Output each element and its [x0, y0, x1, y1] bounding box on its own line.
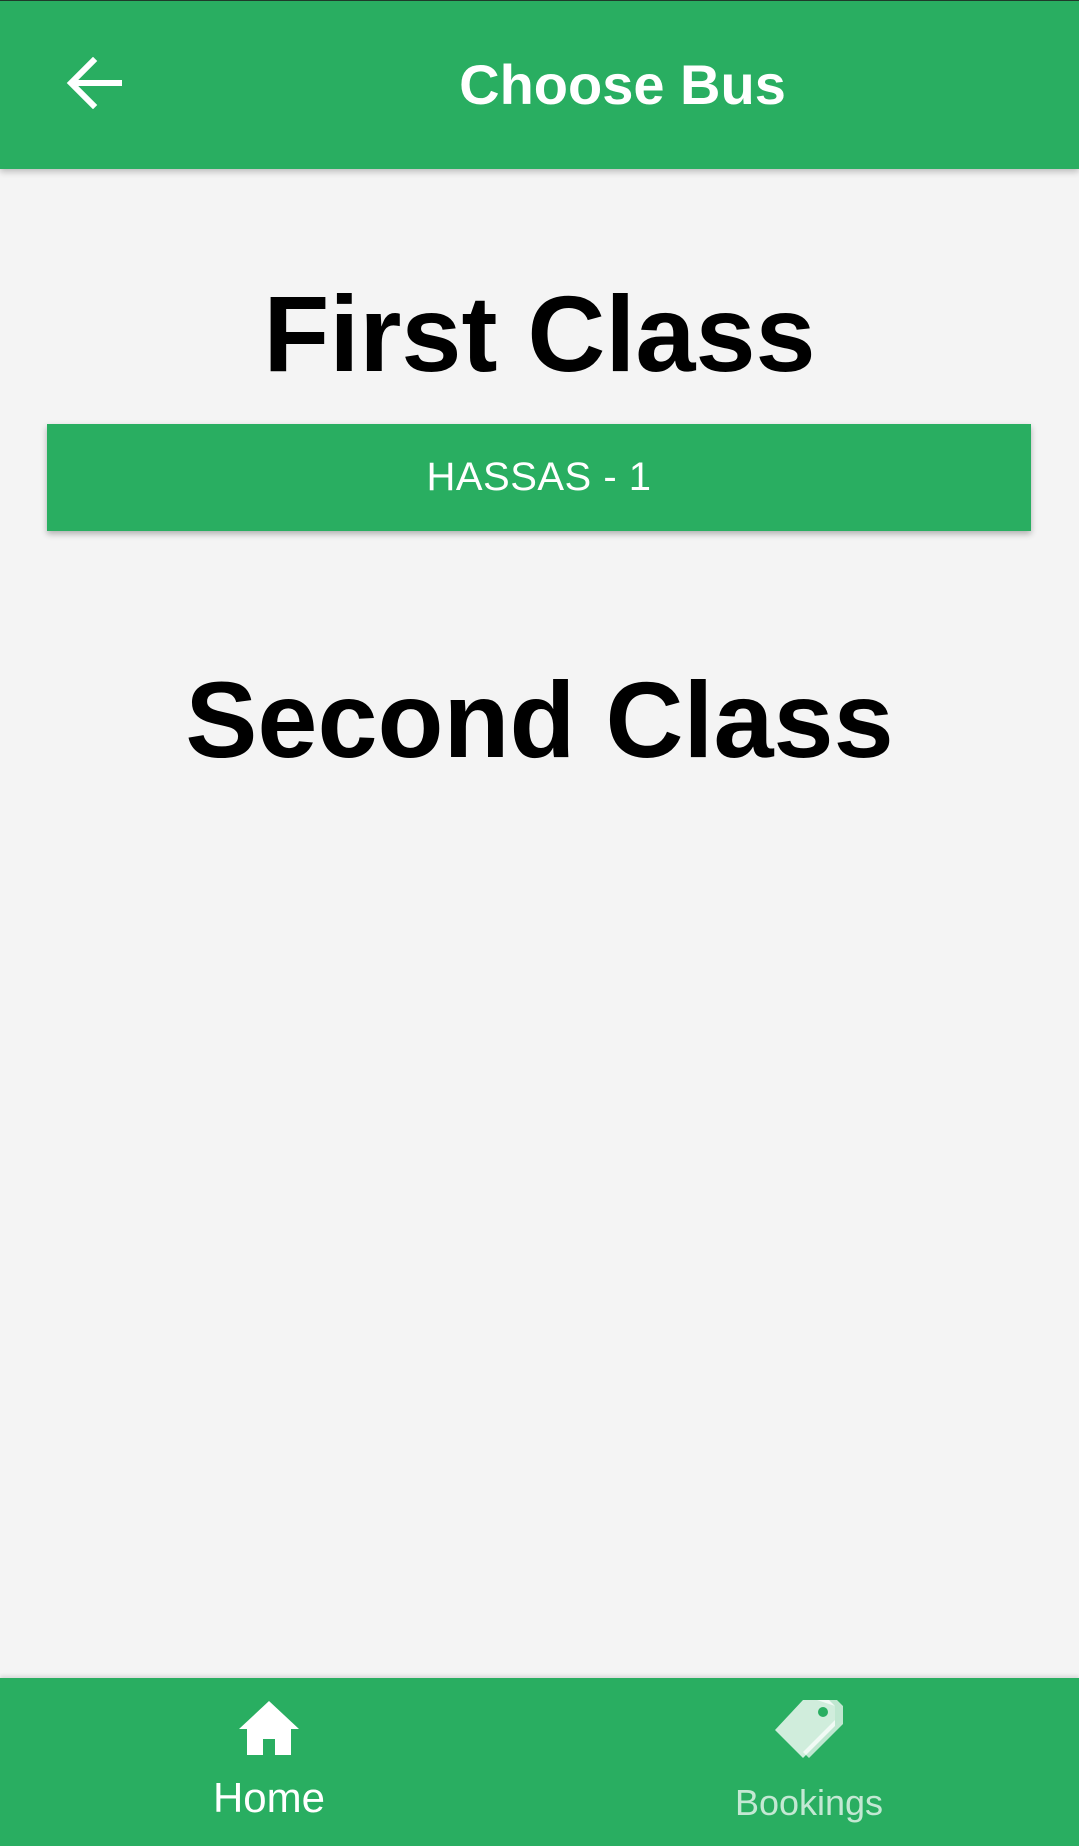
app-bar: Choose Bus [0, 0, 1079, 169]
home-icon [119, 1696, 419, 1760]
page-title: Choose Bus [459, 53, 786, 116]
second-class-heading: Second Class [185, 659, 894, 780]
nav-label-bookings: Bookings [734, 1782, 884, 1823]
nav-item-home[interactable]: Home [119, 1678, 419, 1846]
bottom-navigation: Home Bookings [0, 1678, 1079, 1846]
nav-item-bookings[interactable]: Bookings [659, 1678, 959, 1846]
first-class-heading: First Class [263, 273, 816, 394]
tags-icon [659, 1696, 959, 1760]
bus-button-label: HASSAS - 1 [426, 455, 652, 499]
bus-button-hassas-1[interactable]: HASSAS - 1 [47, 424, 1031, 531]
nav-label-home: Home [212, 1774, 326, 1821]
